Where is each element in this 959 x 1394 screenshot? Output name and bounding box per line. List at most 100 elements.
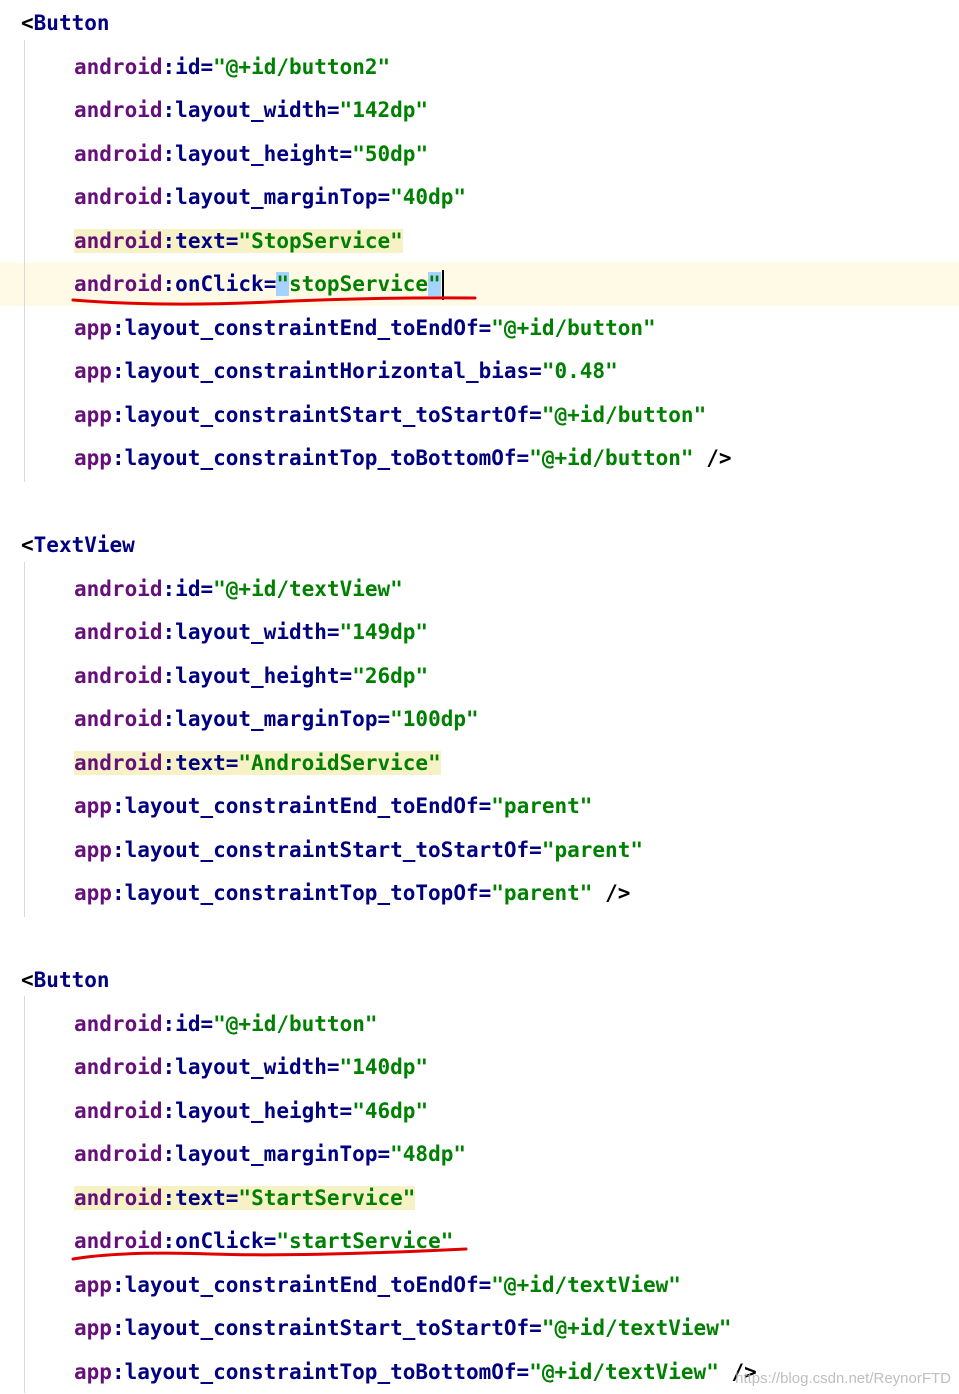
attribute-value: @+id/textView <box>503 1272 669 1297</box>
attribute-name: layout_width <box>175 1055 327 1079</box>
attribute-namespace: android <box>74 1142 163 1166</box>
attribute-line: app:layout_constraintEnd_toEndOf="parent… <box>74 785 592 828</box>
tag-bracket: < <box>21 533 34 557</box>
attribute: app:layout_constraintStart_toStartOf="pa… <box>74 838 643 862</box>
watermark: https://blog.csdn.net/ReynorFTD <box>735 1370 951 1387</box>
equals-sign: = <box>326 98 340 122</box>
attribute-namespace: app <box>74 1359 112 1384</box>
tag-name: Button <box>33 11 110 35</box>
colon: : <box>162 1142 176 1166</box>
colon: : <box>111 1272 125 1297</box>
colon: : <box>162 1185 176 1210</box>
quote: " <box>541 359 555 383</box>
attribute: android:id="@+id/textView" <box>74 577 403 601</box>
attribute-namespace: android <box>74 54 163 79</box>
attribute-namespace: android <box>74 1011 163 1036</box>
quote: " <box>415 1055 429 1079</box>
equals-sign: = <box>529 402 542 427</box>
quote: " <box>402 1185 416 1210</box>
attribute-name: id <box>175 54 201 79</box>
colon: : <box>162 228 176 253</box>
code-editor[interactable]: <Button android:id="@+id/button2" android:… <box>0 0 959 1393</box>
attribute-namespace: android <box>74 663 163 688</box>
colon: : <box>162 620 176 644</box>
quote: " <box>339 98 353 122</box>
attribute-value: 50dp <box>364 141 416 166</box>
colon: : <box>162 1011 176 1036</box>
attribute-line: app:layout_constraintTop_toBottomOf="@+i… <box>74 1351 757 1394</box>
attribute: android:onClick="stopService" <box>74 272 441 296</box>
attribute-line: android:id="@+id/button" <box>74 1003 378 1046</box>
quote: " <box>706 1359 719 1384</box>
attribute-namespace: app <box>74 837 112 862</box>
attribute: android:layout_width="149dp" <box>74 620 428 644</box>
equals-sign: = <box>377 185 391 209</box>
attribute-name: text <box>175 1185 226 1210</box>
attribute-value: 0.48 <box>554 359 606 383</box>
colon: : <box>111 1316 125 1340</box>
attribute-namespace: android <box>74 750 163 775</box>
attribute-namespace: android <box>74 1055 163 1079</box>
quote: " <box>364 1011 378 1036</box>
colon: : <box>162 750 176 775</box>
equals-sign: = <box>478 315 492 340</box>
attribute-line: app:layout_constraintStart_toStartOf="pa… <box>74 829 643 872</box>
indent-guide <box>24 996 25 1393</box>
attribute: android:id="@+id/button2" <box>74 55 390 79</box>
equals-sign: = <box>529 837 542 862</box>
colon: : <box>162 141 176 166</box>
quote: " <box>579 881 593 905</box>
attribute-namespace: android <box>74 620 163 644</box>
quote: " <box>491 794 504 818</box>
attribute-namespace: app <box>74 402 112 427</box>
quote: " <box>579 794 593 818</box>
attribute: app:layout_constraintTop_toTopOf="parent… <box>74 881 592 905</box>
quote: " <box>390 228 403 253</box>
attribute-namespace: app <box>74 881 112 905</box>
attribute-name: layout_constraintEnd_toEndOf <box>124 1272 479 1297</box>
attribute: android:layout_marginTop="48dp" <box>74 1142 466 1166</box>
attribute-name: layout_height <box>175 1098 340 1123</box>
colon: : <box>162 272 176 296</box>
quote: " <box>352 663 365 688</box>
colon: : <box>111 1359 125 1384</box>
attribute-value: 48dp <box>402 1142 454 1166</box>
attribute-value: @+id/button <box>225 1011 365 1036</box>
xml-tag-line: <TextView <box>21 524 135 567</box>
attribute-name: layout_constraintStart_toStartOf <box>124 837 530 862</box>
attribute-name: layout_height <box>175 141 340 166</box>
tag-close: /> <box>693 446 732 470</box>
highlighted-attribute: android:text="StartService" <box>74 1185 416 1210</box>
attribute-name: layout_marginTop <box>175 707 378 731</box>
equals-sign: = <box>339 141 353 166</box>
attribute: app:layout_constraintStart_toStartOf="@+… <box>74 1316 732 1340</box>
attribute: app:layout_constraintTop_toBottomOf="@+i… <box>74 1360 719 1384</box>
quote: " <box>693 402 707 427</box>
quote: " <box>238 750 252 775</box>
attribute-name: layout_constraintEnd_toEndOf <box>124 315 479 340</box>
quote: " <box>491 315 504 340</box>
red-underline-annotation <box>71 296 477 306</box>
colon: : <box>111 359 125 383</box>
quote: " <box>415 620 429 644</box>
attribute-value: @+id/button <box>503 315 643 340</box>
colon: : <box>162 663 176 688</box>
attribute-value: 46dp <box>364 1098 416 1123</box>
equals-sign: = <box>200 54 214 79</box>
attribute: android:layout_height="50dp" <box>74 142 428 166</box>
attribute-namespace: app <box>74 1272 112 1297</box>
attribute: app:layout_constraintEnd_toEndOf="@+id/b… <box>74 316 656 340</box>
attribute-value: stopService <box>289 272 429 296</box>
highlighted-attribute: android:text="StopService" <box>74 228 403 253</box>
quote: " <box>541 1316 555 1340</box>
attribute-line: android:layout_marginTop="40dp" <box>74 176 466 219</box>
attribute-namespace: android <box>74 185 163 209</box>
attribute-name: layout_constraintTop_toBottomOf <box>124 446 517 470</box>
quote: " <box>390 1142 403 1166</box>
colon: : <box>162 576 176 601</box>
quote: " <box>529 1359 542 1384</box>
colon: : <box>162 98 176 122</box>
attribute-name: id <box>175 1011 201 1036</box>
attribute-line: android:layout_height="26dp" <box>74 655 428 698</box>
attribute-value: 142dp <box>352 98 416 122</box>
